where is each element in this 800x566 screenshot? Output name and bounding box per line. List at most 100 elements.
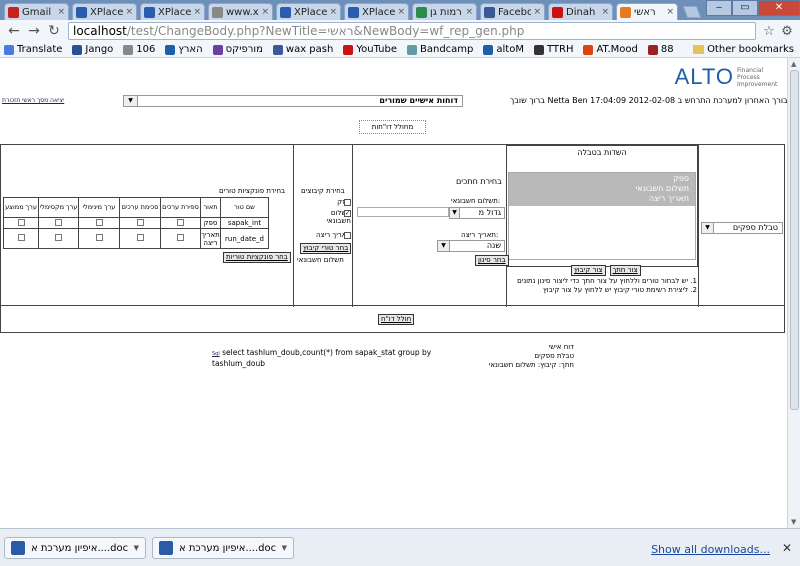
- group-checkbox[interactable]: [344, 232, 351, 239]
- browser-tab[interactable]: Gmail ×: [4, 3, 69, 20]
- close-tab-icon[interactable]: ×: [125, 7, 133, 17]
- maximize-button[interactable]: ▭: [732, 0, 758, 16]
- address-bar[interactable]: localhost/test/ChangeBody.php?NewTitle=ר…: [68, 22, 756, 40]
- group-summary: תשלום חשבונאי: [297, 256, 344, 264]
- column-header: שם טור: [220, 197, 269, 218]
- bookmark-item[interactable]: Translate: [4, 44, 62, 55]
- vertical-scrollbar[interactable]: ▲ ▼: [787, 58, 800, 528]
- report-summary: דוח אישי טבלת ספקים חתך: קיבוץ: תשלום חש…: [478, 343, 574, 370]
- bookmark-icon: [343, 44, 354, 55]
- group-checkbox[interactable]: [344, 199, 351, 206]
- bookmark-item[interactable]: הארץ: [165, 44, 203, 55]
- show-all-downloads-link[interactable]: Show all downloads...: [651, 543, 770, 556]
- create-group-button[interactable]: צור קיבוץ: [571, 265, 606, 276]
- checkbox[interactable]: [177, 234, 184, 241]
- divider: [698, 145, 699, 307]
- bookmark-item[interactable]: מורפיקס: [212, 44, 263, 55]
- date-operator-select[interactable]: ▼ שנה: [437, 240, 505, 252]
- summary-line: טבלת ספקים: [534, 352, 574, 360]
- payment-operator-select[interactable]: ▼ גדול מ: [449, 207, 505, 219]
- forward-arrow-icon[interactable]: →: [24, 23, 44, 39]
- close-window-button[interactable]: ✕: [758, 0, 800, 16]
- tab-label: Dinah: [566, 6, 596, 18]
- select-filter-button[interactable]: בחר סינון: [475, 255, 509, 266]
- field-item[interactable]: תשלום חשבונאי: [635, 184, 689, 193]
- bookmark-icon: [533, 44, 544, 55]
- bookmark-item[interactable]: Jango: [72, 44, 113, 55]
- saved-reports-select[interactable]: ▼ דוחות אישיים שמורים: [123, 95, 463, 107]
- payment-value-input[interactable]: [357, 207, 449, 217]
- close-tab-icon[interactable]: ×: [57, 7, 65, 17]
- group-option[interactable]: ספק: [294, 198, 351, 206]
- browser-tab[interactable]: רמות גן ×: [412, 3, 477, 20]
- scroll-up-icon[interactable]: ▲: [791, 60, 796, 68]
- checkbox[interactable]: [177, 218, 184, 226]
- group-checkbox[interactable]: ✓: [344, 210, 351, 217]
- bookmark-item[interactable]: TTRH: [533, 44, 573, 55]
- generate-report-button[interactable]: חולל דו"ח: [378, 314, 415, 325]
- close-tab-icon[interactable]: ×: [397, 7, 405, 17]
- close-icon[interactable]: ✕: [782, 541, 792, 555]
- logo-tagline: Financial Process Improvement: [737, 66, 778, 88]
- star-icon[interactable]: ☆: [760, 24, 778, 39]
- back-arrow-icon[interactable]: ←: [4, 23, 24, 39]
- chevron-down-icon[interactable]: ▼: [282, 544, 287, 552]
- fields-listbox[interactable]: ספק תשלום חשבונאי תאריך ריצה: [508, 172, 696, 260]
- close-tab-icon[interactable]: ×: [193, 7, 201, 17]
- browser-tab[interactable]: XPlace ×: [72, 3, 137, 20]
- browser-tab[interactable]: XPlace ×: [344, 3, 409, 20]
- chevron-down-icon[interactable]: ▼: [134, 544, 139, 552]
- checkbox[interactable]: [55, 218, 62, 226]
- new-tab-button[interactable]: [682, 6, 702, 18]
- field-item[interactable]: ספק: [673, 174, 689, 183]
- wrench-icon[interactable]: ⚙: [778, 24, 796, 39]
- browser-tab[interactable]: ראשי ×: [616, 3, 678, 20]
- checkbox[interactable]: [17, 218, 25, 226]
- tab-label: XPlace: [158, 6, 192, 18]
- bookmark-item[interactable]: 88: [647, 44, 674, 55]
- scroll-down-icon[interactable]: ▼: [791, 518, 796, 526]
- create-filter-button[interactable]: צור חתך: [609, 265, 641, 276]
- browser-tab[interactable]: Facebo ×: [480, 3, 545, 20]
- bookmark-item[interactable]: YouTube: [343, 44, 397, 55]
- field-item[interactable]: תאריך ריצה: [649, 194, 689, 203]
- browser-tab[interactable]: Dinah ×: [548, 3, 613, 20]
- close-tab-icon[interactable]: ×: [601, 7, 609, 17]
- bookmark-item[interactable]: Bandcamp: [407, 44, 473, 55]
- checkbox[interactable]: [17, 234, 25, 241]
- browser-tab[interactable]: XPlace ×: [276, 3, 341, 20]
- table-type-select[interactable]: ▼ טבלת ספקים: [701, 222, 783, 234]
- checkbox[interactable]: [136, 234, 144, 241]
- select-functions-button[interactable]: בחר פונקציות טוריות: [223, 252, 291, 263]
- bookmark-item[interactable]: AT.Mood: [583, 44, 638, 55]
- group-option[interactable]: תאריך ריצה: [294, 231, 351, 239]
- checkbox[interactable]: [55, 234, 62, 241]
- browser-tab[interactable]: www.x ×: [208, 3, 273, 20]
- select-group-columns-button[interactable]: בחר טורי קיבוץ: [300, 243, 352, 254]
- bookmark-item[interactable]: altoM: [483, 44, 524, 55]
- reload-icon[interactable]: ↻: [44, 23, 64, 39]
- checkbox[interactable]: [95, 234, 103, 241]
- close-tab-icon[interactable]: ×: [465, 7, 473, 17]
- close-tab-icon[interactable]: ×: [261, 7, 269, 17]
- browser-tab[interactable]: XPlace ×: [140, 3, 205, 20]
- other-bookmarks[interactable]: Other bookmarks: [693, 44, 794, 55]
- bookmark-item[interactable]: wax pash: [272, 44, 333, 55]
- table-cell: ספק: [200, 217, 221, 229]
- page-content: ALTO Financial Process Improvement ברוך …: [0, 58, 787, 528]
- bookmark-item[interactable]: 106: [123, 44, 155, 55]
- bookmark-icon: [123, 44, 134, 55]
- download-item[interactable]: איפיון מערכת א....doc ▼: [4, 537, 146, 559]
- top-links[interactable]: יציאה מסך ראשי תזכורת: [2, 97, 64, 104]
- close-tab-icon[interactable]: ×: [666, 7, 674, 17]
- minimize-button[interactable]: ‒: [706, 0, 732, 16]
- scrollbar-thumb[interactable]: [790, 70, 799, 410]
- group-option[interactable]: ✓ תשלום חשבונאי: [294, 209, 351, 225]
- report-generator-button[interactable]: מחולל דו"חות: [359, 120, 426, 134]
- tabs-container: Gmail × XPlace × XPlace × www.x × XPlace × XPlace ×…: [4, 0, 702, 20]
- download-item[interactable]: איפיון מערכת א....doc ▼: [152, 537, 294, 559]
- close-tab-icon[interactable]: ×: [533, 7, 541, 17]
- checkbox[interactable]: [136, 218, 144, 226]
- close-tab-icon[interactable]: ×: [329, 7, 337, 17]
- checkbox[interactable]: [95, 218, 103, 226]
